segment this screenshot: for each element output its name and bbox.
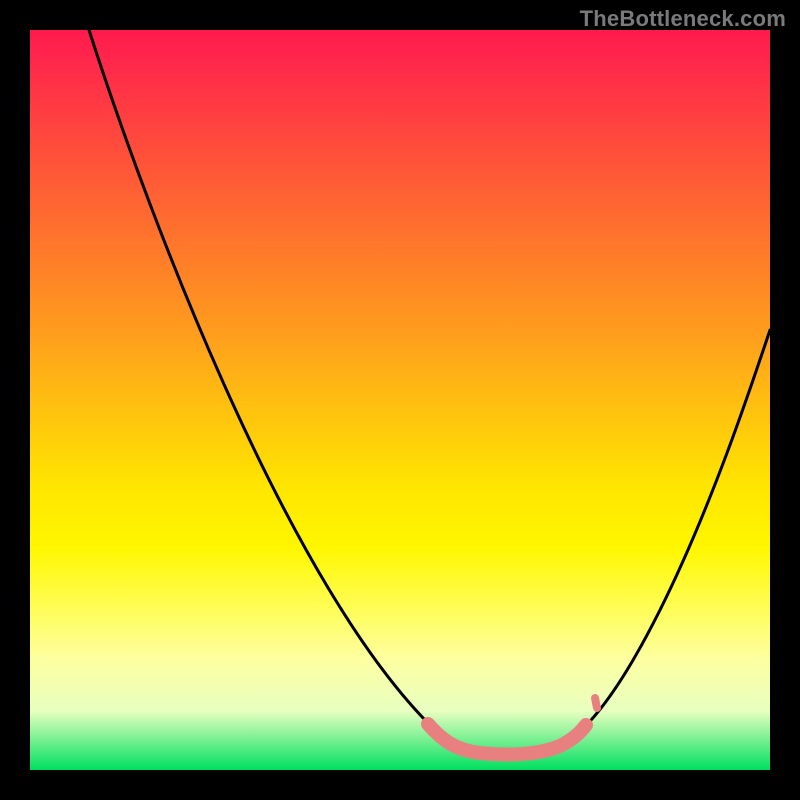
chart-container: TheBottleneck.com bbox=[0, 0, 800, 800]
highlight-segment bbox=[428, 724, 586, 755]
plot-area bbox=[30, 30, 770, 770]
highlight-tick bbox=[595, 698, 597, 708]
curve-layer bbox=[30, 30, 770, 770]
watermark-text: TheBottleneck.com bbox=[580, 6, 786, 32]
bottleneck-curve bbox=[89, 30, 770, 755]
